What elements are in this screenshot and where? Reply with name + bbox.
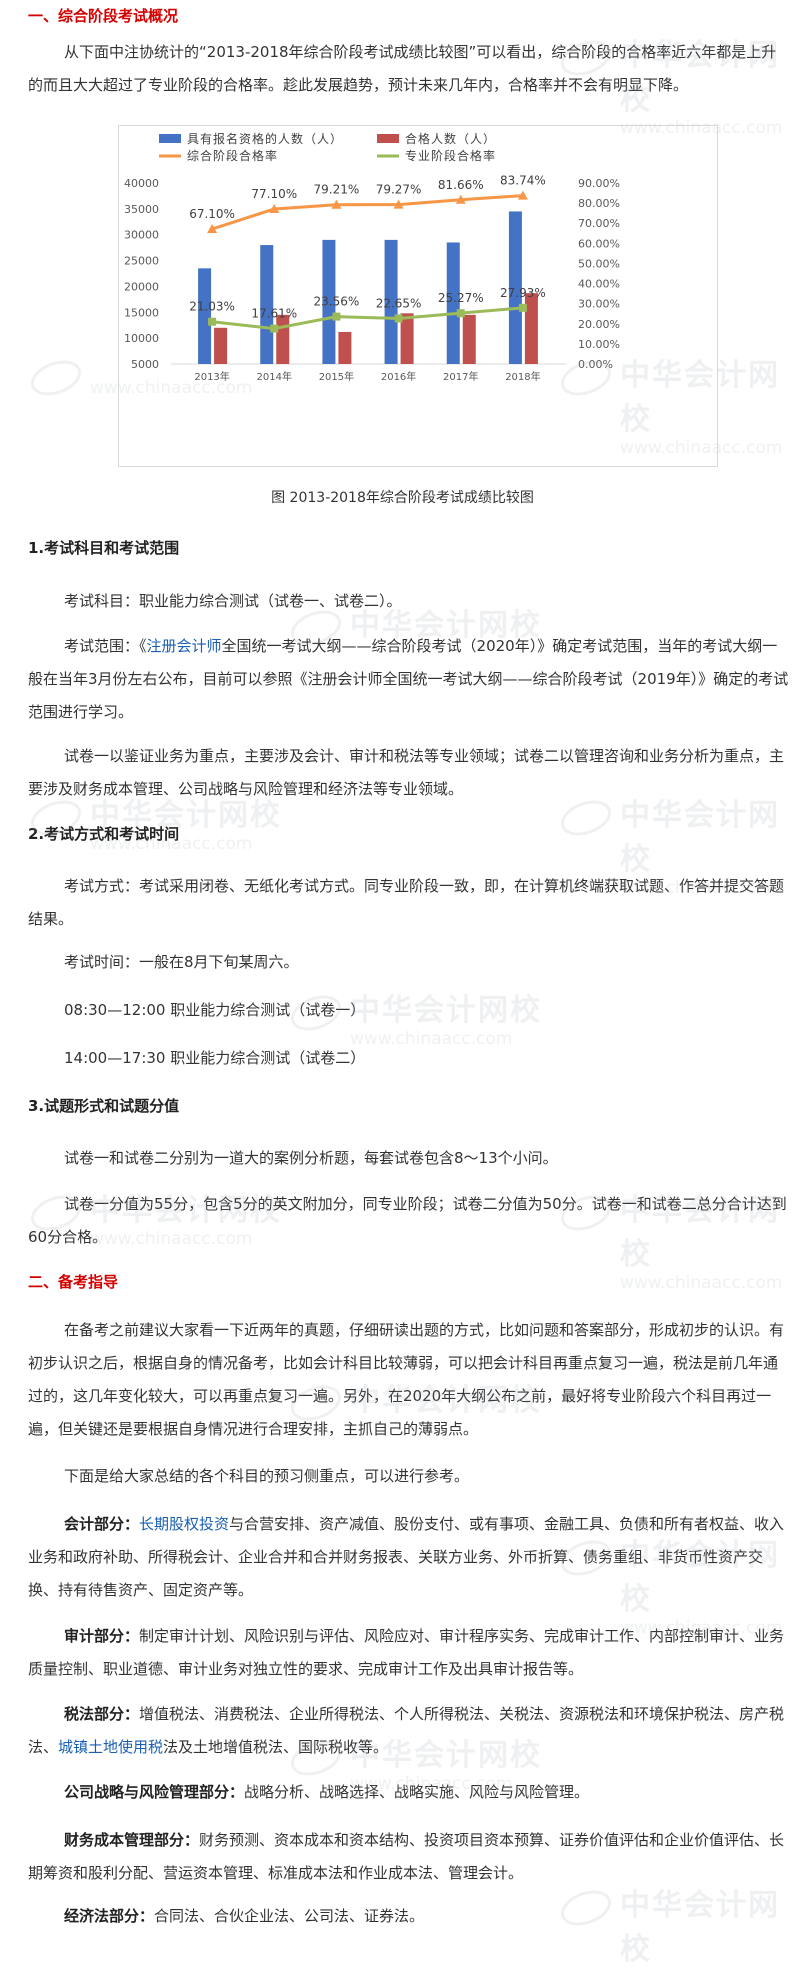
right-tick-label: 50.00%	[578, 257, 620, 270]
right-tick-label: 60.00%	[578, 237, 620, 250]
right-tick-label: 10.00%	[578, 338, 620, 351]
x-tick-label: 2017年	[443, 370, 478, 383]
legend-label: 具有报名资格的人数（人）	[187, 131, 343, 146]
x-tick-label: 2016年	[381, 370, 416, 383]
data-label: 83.74%	[500, 174, 546, 188]
accounting-label: 会计部分：	[64, 1515, 140, 1533]
finance-label: 财务成本管理部分：	[64, 1831, 200, 1849]
right-tick-label: 40.00%	[578, 278, 620, 291]
marker-professional-rate	[332, 312, 341, 321]
x-tick-label: 2013年	[194, 370, 229, 383]
right-tick-label: 30.00%	[578, 298, 620, 311]
legend-swatch	[377, 134, 399, 143]
tax-label: 税法部分：	[64, 1705, 140, 1723]
x-tick-label: 2015年	[319, 370, 354, 383]
data-label: 17.61%	[251, 307, 297, 321]
section1-heading: 一、综合阶段考试概况	[28, 7, 179, 25]
left-tick-label: 40000	[124, 177, 159, 190]
marker-professional-rate	[518, 303, 527, 312]
sub1-papers: 试卷一以鉴证业务为重点，主要涉及会计、审计和税法等专业领域；试卷二以管理咨询和业…	[28, 747, 785, 798]
right-tick-label: 70.00%	[578, 217, 620, 230]
data-label: 79.27%	[376, 183, 422, 197]
legend-label: 合格人数（人）	[405, 131, 496, 146]
sub1-scope: 考试范围：《注册会计师全国统一考试大纲——综合阶段考试（2020年）》确定考试范…	[28, 630, 790, 729]
scope-text-pre: 考试范围：《	[64, 637, 147, 655]
data-label: 23.56%	[314, 295, 360, 309]
data-label: 67.10%	[189, 207, 235, 221]
right-tick-label: 90.00%	[578, 177, 620, 190]
bar-passed	[338, 331, 352, 364]
article-page: 一、综合阶段考试概况 从下面中注协统计的“2013-2018年综合阶段考试成绩比…	[0, 0, 805, 1967]
tax-part: 税法部分：增值税法、消费税法、企业所得税法、个人所得税法、关税法、资源税法和环境…	[28, 1698, 790, 1764]
data-label: 27.93%	[500, 286, 546, 300]
law-text: 合同法、合伙企业法、公司法、证券法。	[154, 1907, 425, 1925]
left-tick-label: 10000	[124, 332, 159, 345]
left-tick-label: 20000	[124, 280, 159, 293]
land-use-tax-link[interactable]: 城镇土地使用税	[58, 1738, 163, 1756]
chart-svg: 40000 35000 30000 25000 20000 15000 10000 5000 9…	[124, 131, 620, 383]
cpa-link[interactable]: 注册会计师	[147, 637, 222, 655]
legend-label: 综合阶段合格率	[187, 148, 278, 163]
bar-eligible	[198, 268, 212, 364]
finance-part: 财务成本管理部分：财务预测、资本成本和资本结构、投资项目资本预算、证券价值评估和…	[28, 1824, 790, 1890]
sub3-score: 试卷一分值为55分，包含5分的英文附加分，同专业阶段；试卷二分值为50分。试卷一…	[28, 1195, 787, 1246]
strategy-text: 战略分析、战略选择、战略实施、风险与风险管理。	[244, 1783, 590, 1801]
section2-heading: 二、备考指导	[28, 1273, 119, 1291]
right-tick-label: 80.00%	[578, 197, 620, 210]
data-label: 79.21%	[314, 183, 360, 197]
sub2-slot1: 08:30—12:00 职业能力综合测试（试卷一）	[64, 1001, 366, 1019]
strategy-label: 公司战略与风险管理部分：	[64, 1783, 245, 1801]
law-part: 经济法部分：合同法、合伙企业法、公司法、证券法。	[28, 1900, 790, 1933]
exam-results-chart: 40000 35000 30000 25000 20000 15000 10000 5000 9…	[118, 125, 718, 467]
bar-passed	[214, 327, 228, 364]
bar-eligible	[260, 245, 274, 364]
sub2-method: 考试方式：考试采用闭卷、无纸化考试方式。同专业阶段一致，即，在计算机终端获取试题…	[28, 877, 785, 928]
audit-text: 制定审计计划、风险识别与评估、风险应对、审计程序实务、完成审计工作、内部控制审计…	[28, 1627, 785, 1678]
x-tick-label: 2018年	[505, 370, 540, 383]
bar-passed	[524, 293, 538, 364]
tax-text-post: 法及土地增值税法、国际税收等。	[163, 1738, 389, 1756]
marker-professional-rate	[208, 317, 217, 326]
audit-label: 审计部分：	[64, 1627, 140, 1645]
left-tick-label: 15000	[124, 306, 159, 319]
equity-investment-link[interactable]: 长期股权投资	[139, 1515, 229, 1533]
chart-caption: 图 2013-2018年综合阶段考试成绩比较图	[271, 490, 534, 506]
data-label: 25.27%	[438, 291, 484, 305]
sub1-subjects: 考试科目：职业能力综合测试（试卷一、试卷二）。	[64, 592, 402, 610]
marker-professional-rate	[394, 314, 403, 323]
accounting-part: 会计部分：长期股权投资与合营安排、资产减值、股份支付、或有事项、金融工具、负债和…	[28, 1508, 790, 1607]
audit-part: 审计部分：制定审计计划、风险识别与评估、风险应对、审计程序实务、完成审计工作、内…	[28, 1620, 790, 1686]
strategy-part: 公司战略与风险管理部分：战略分析、战略选择、战略实施、风险与风险管理。	[28, 1776, 790, 1809]
sub2-time: 考试时间：一般在8月下旬某周六。	[64, 953, 299, 971]
data-label: 22.65%	[376, 296, 422, 310]
legend-label: 专业阶段合格率	[405, 148, 496, 163]
left-tick-label: 5000	[131, 358, 159, 371]
left-tick-label: 25000	[124, 255, 159, 268]
section1-intro: 从下面中注协统计的“2013-2018年综合阶段考试成绩比较图”可以看出，综合阶…	[28, 43, 777, 94]
data-label: 81.66%	[438, 178, 484, 192]
marker-professional-rate	[456, 309, 465, 318]
data-label: 21.03%	[189, 300, 235, 314]
sub3-form: 试卷一和试卷二分别为一道大的案例分析题，每套试卷包含8～13个小问。	[64, 1149, 558, 1167]
bar-passed	[462, 314, 476, 364]
x-tick-label: 2014年	[257, 370, 292, 383]
left-tick-label: 30000	[124, 229, 159, 242]
sub1-heading: 1.考试科目和考试范围	[28, 539, 180, 557]
sub2-heading: 2.考试方式和考试时间	[28, 825, 180, 843]
right-tick-label: 20.00%	[578, 318, 620, 331]
legend-swatch	[159, 134, 181, 143]
section2-advice: 在备考之前建议大家看一下近两年的真题，仔细研读出题的方式，比如问题和答案部分，形…	[28, 1321, 785, 1438]
section2-summary: 下面是给大家总结的各个科目的预习侧重点，可以进行参考。	[64, 1467, 470, 1485]
left-tick-label: 35000	[124, 203, 159, 216]
law-label: 经济法部分：	[64, 1907, 155, 1925]
data-label: 77.10%	[251, 187, 297, 201]
marker-professional-rate	[270, 324, 279, 333]
bar-passed	[276, 314, 290, 364]
right-tick-label: 0.00%	[578, 358, 613, 371]
sub3-heading: 3.试题形式和试题分值	[28, 1097, 180, 1115]
sub2-slot2: 14:00—17:30 职业能力综合测试（试卷二）	[64, 1049, 366, 1067]
